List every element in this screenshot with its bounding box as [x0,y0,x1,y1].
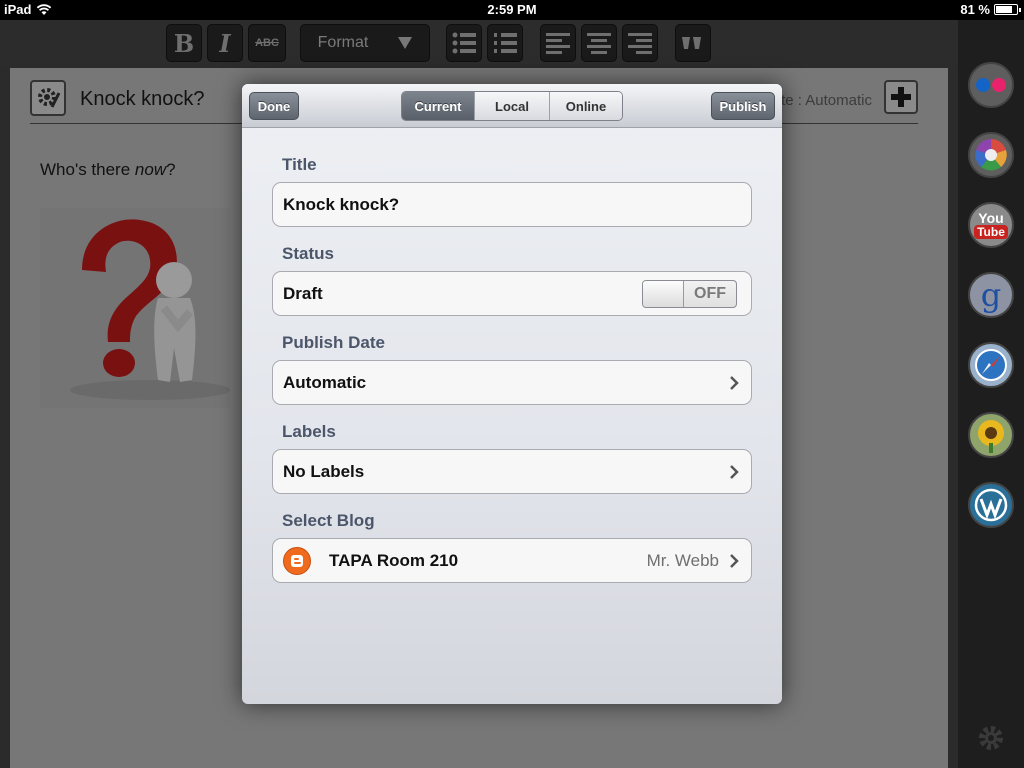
document-title[interactable]: Knock knock? [80,88,205,111]
service-sidebar: You Tube g [958,20,1024,768]
bullet-list-icon [452,32,476,54]
tab-local[interactable]: Local [475,92,550,120]
chevron-right-icon [730,553,739,568]
body-text: Who's there [40,160,135,179]
chevron-right-icon [730,464,739,479]
battery-percent: 81 % [960,2,990,17]
status-row: Draft OFF [272,271,752,316]
flickr-icon [976,78,1006,92]
battery-fill [996,6,1013,13]
align-right-button[interactable] [622,24,658,62]
labels-value: No Labels [283,461,365,481]
align-right-icon [628,33,652,54]
body-emphasis: now [134,160,167,179]
italic-button[interactable]: I [207,24,243,62]
select-blog-section-label: Select Blog [282,511,375,530]
publish-date-section-label: Publish Date [282,333,385,352]
sunflower-button[interactable] [968,412,1014,458]
wordpress-icon [974,488,1008,522]
google-button[interactable]: g [968,272,1014,318]
status-bar: iPad 2:59 PM 81 % [0,0,1024,20]
google-icon: g [980,276,1002,314]
toggle-state: OFF [694,284,726,302]
strikethrough-button[interactable]: ABC [248,24,286,62]
picasa-button[interactable] [968,132,1014,178]
battery-icon [994,4,1021,15]
publish-date-hint: te : Automatic [781,92,872,109]
labels-row[interactable]: No Labels [272,449,752,494]
add-button[interactable] [884,80,918,114]
popover-header: Done Current Local Online Publish [242,84,782,128]
bold-icon: B [173,28,195,58]
title-value: Knock knock? [283,194,400,214]
align-center-button[interactable] [581,24,617,62]
status-section-label: Status [282,244,334,263]
align-center-icon [587,33,611,54]
draft-toggle[interactable]: OFF [642,279,737,308]
chevron-right-icon [730,375,739,390]
done-button[interactable]: Done [249,92,299,120]
status-value: Draft [283,283,323,303]
publish-settings-popover: Done Current Local Online Publish Title … [242,84,782,704]
post-settings-button[interactable] [30,80,66,116]
tab-online[interactable]: Online [550,92,622,120]
format-label: Format [317,34,369,51]
blogger-icon [283,546,311,575]
blog-format-button[interactable] [675,24,711,62]
tab-current[interactable]: Current [402,92,475,120]
align-left-icon [546,33,570,54]
quote-icon [682,37,701,49]
numbered-list-icon [494,33,517,53]
select-blog-row[interactable]: TAPA Room 210 Mr. Webb [272,538,752,583]
picasa-icon [975,139,1007,171]
flickr-button[interactable] [968,62,1014,108]
safari-icon [975,349,1007,381]
format-toolbar: B I ABC Format [0,20,958,66]
numbered-list-button[interactable] [487,24,523,62]
question-mark-figure-image [40,208,230,408]
align-left-button[interactable] [540,24,576,62]
blog-author: Mr. Webb [646,550,719,570]
title-field[interactable]: Knock knock? [272,182,752,227]
youtube-icon: Tube [974,225,1008,239]
toggle-knob [643,280,684,307]
publish-date-row[interactable]: Automatic [272,360,752,405]
source-segmented-control: Current Local Online [401,91,623,121]
youtube-icon-top: You [978,210,1004,226]
publish-date-value: Automatic [283,372,367,392]
strikethrough-icon: ABC [255,37,279,49]
labels-section-label: Labels [282,422,336,441]
sunflower-icon [978,420,1004,453]
youtube-button[interactable]: You Tube [968,202,1014,248]
dropdown-arrow-icon [398,37,413,49]
format-dropdown[interactable]: Format [300,24,430,62]
publish-button[interactable]: Publish [711,92,775,120]
clock: 2:59 PM [487,2,537,17]
gear-pencil-icon [38,88,61,108]
safari-button[interactable] [968,342,1014,388]
blog-name: TAPA Room 210 [329,550,459,570]
bullet-list-button[interactable] [446,24,482,62]
wordpress-button[interactable] [968,482,1014,528]
battery-indicator: 81 % [960,2,1021,17]
italic-icon: I [219,28,231,58]
settings-gear-icon[interactable] [977,724,1005,752]
title-section-label: Title [282,155,317,174]
document-body[interactable]: Who's there now? [40,160,176,180]
bold-button[interactable]: B [166,24,202,62]
body-text-end: ? [166,160,176,179]
plus-icon [891,87,911,107]
